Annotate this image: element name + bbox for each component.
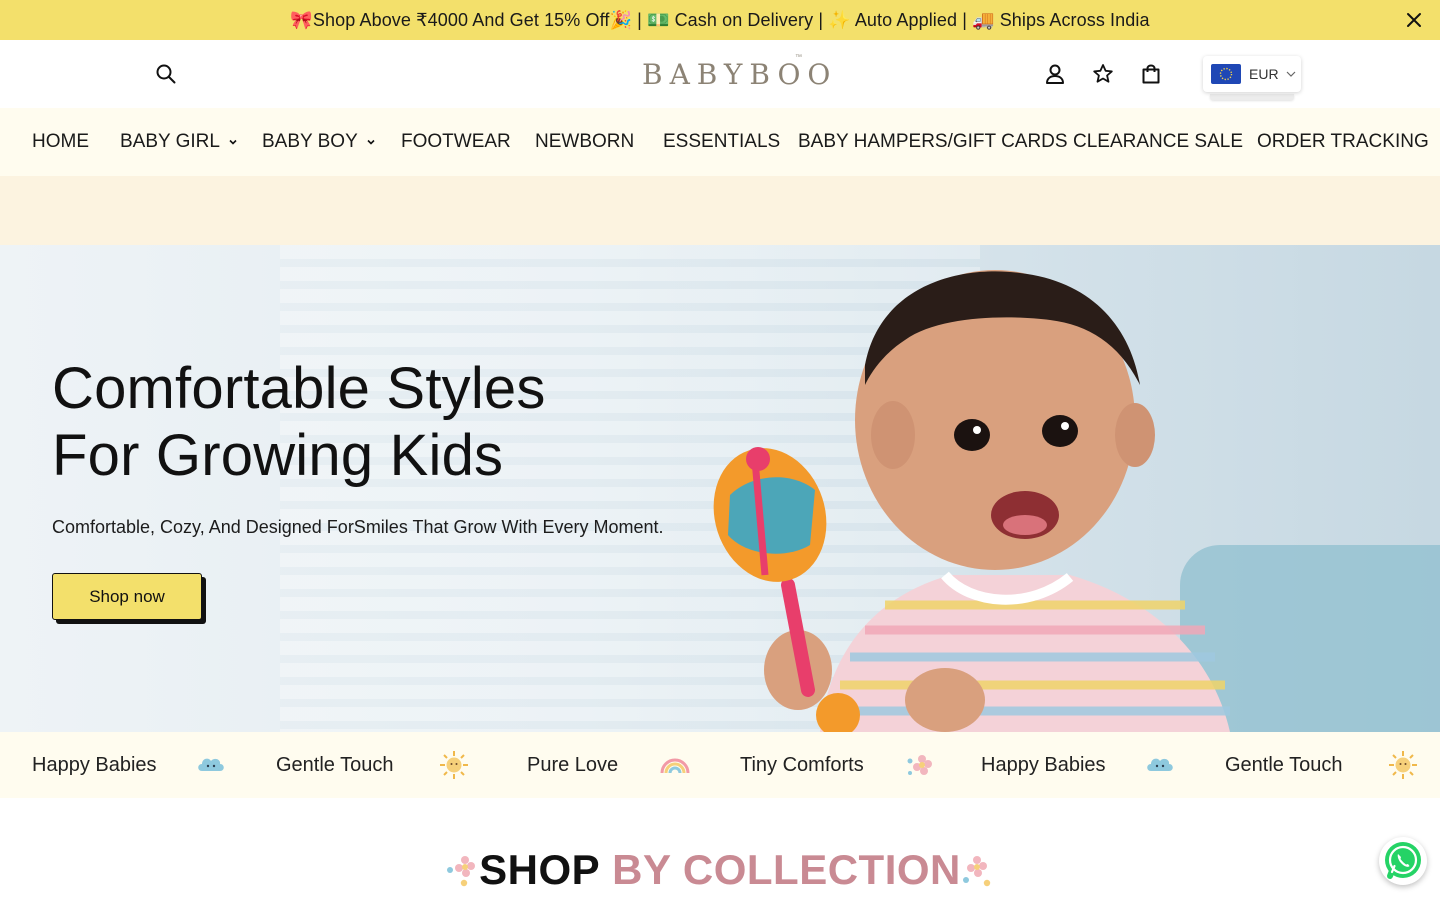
nav-item-essentials[interactable]: ESSENTIALS (663, 108, 780, 176)
currency-dropdown-shadow (1210, 94, 1294, 100)
hero-title-line2: For Growing Kids (52, 423, 504, 488)
nav-item-baby-boy[interactable]: BABY BOY (262, 108, 376, 176)
ticker-item: Happy Babies (981, 753, 1106, 776)
chevron-down-icon (1286, 71, 1295, 77)
shop-now-button[interactable]: Shop now (52, 573, 202, 620)
baby-with-rattle-image (713, 270, 1230, 732)
currency-selector[interactable]: EUR (1203, 56, 1301, 92)
announcement-text: 🎀Shop Above ₹4000 And Get 15% Off🎉 | 💵 C… (290, 9, 1150, 30)
site-header: BABYBOO ™ EUR (0, 40, 1440, 108)
hero-title: Comfortable Styles For Growing Kids (52, 355, 546, 489)
hero-title-line1: Comfortable Styles (52, 356, 546, 421)
ticker-item: Gentle Touch (276, 753, 394, 776)
nav-item-label: CLEARANCE SALE (1073, 131, 1244, 152)
site-logo[interactable]: BABYBOO ™ (636, 50, 830, 98)
search-icon[interactable] (154, 62, 178, 86)
nav-item-label: ESSENTIALS (663, 131, 781, 152)
section-title: SHOP BY COLLECTION (0, 843, 1440, 897)
logo-text: BABYBOO (642, 57, 838, 91)
ticker-item: Gentle Touch (1225, 753, 1343, 776)
sun-icon (440, 751, 468, 779)
sun-icon (1389, 751, 1417, 779)
ticker-item: Tiny Comforts (740, 753, 864, 776)
main-nav: HOME BABY GIRL BABY BOY FOOTWEAR NEWBORN… (0, 108, 1440, 176)
logo-trademark: ™ (795, 54, 802, 61)
flower-icon (447, 856, 476, 887)
marquee-ticker: Happy Babies Gentle Touch Pure Love Tiny… (0, 732, 1440, 798)
section-title-accent: BY COLLECTION (612, 846, 961, 893)
wishlist-star-icon[interactable] (1091, 62, 1115, 86)
whatsapp-chat-button[interactable] (1379, 837, 1427, 885)
nav-item-label: HOME (32, 131, 89, 152)
nav-item-label: BABY BOY (262, 131, 358, 152)
close-icon[interactable] (1404, 10, 1424, 30)
whatsapp-icon (1385, 842, 1421, 879)
rainbow-icon (660, 758, 690, 774)
flower-icon (962, 856, 991, 887)
ticker-item: Pure Love (527, 753, 619, 776)
ticker-item: Happy Babies (32, 753, 157, 776)
nav-item-label: BABY HAMPERS/GIFT CARDS (798, 131, 1068, 152)
nav-item-label: NEWBORN (535, 131, 635, 152)
nav-item-newborn[interactable]: NEWBORN (535, 108, 634, 176)
chevron-down-icon (229, 139, 237, 145)
nav-item-baby-hampers-gift-cards[interactable]: BABY HAMPERS/GIFT CARDS (798, 108, 1068, 176)
flower-icon (907, 755, 932, 775)
currency-code: EUR (1249, 66, 1279, 82)
cart-bag-icon[interactable] (1139, 62, 1163, 86)
nav-item-footwear[interactable]: FOOTWEAR (401, 108, 511, 176)
cloud-icon (198, 758, 224, 771)
chevron-down-icon (367, 139, 375, 145)
nav-item-label: FOOTWEAR (401, 131, 511, 152)
announcement-bar: 🎀Shop Above ₹4000 And Get 15% Off🎉 | 💵 C… (0, 0, 1440, 40)
account-icon[interactable] (1043, 62, 1067, 86)
hero-banner: Comfortable Styles For Growing Kids Comf… (0, 245, 1440, 732)
nav-item-clearance-sale[interactable]: CLEARANCE SALE (1073, 108, 1243, 176)
nav-item-baby-girl[interactable]: BABY GIRL (120, 108, 238, 176)
nav-item-home[interactable]: HOME (32, 108, 89, 176)
nav-item-label: ORDER TRACKING (1257, 131, 1429, 152)
eu-flag-icon (1211, 64, 1241, 84)
nav-item-order-tracking[interactable]: ORDER TRACKING (1257, 108, 1429, 176)
hero-subtitle: Comfortable, Cozy, And Designed ForSmile… (52, 517, 664, 537)
cloud-icon (1147, 758, 1173, 771)
nav-item-label: BABY GIRL (120, 131, 220, 152)
spacer-band (0, 176, 1440, 245)
section-title-dark: SHOP (479, 846, 601, 893)
